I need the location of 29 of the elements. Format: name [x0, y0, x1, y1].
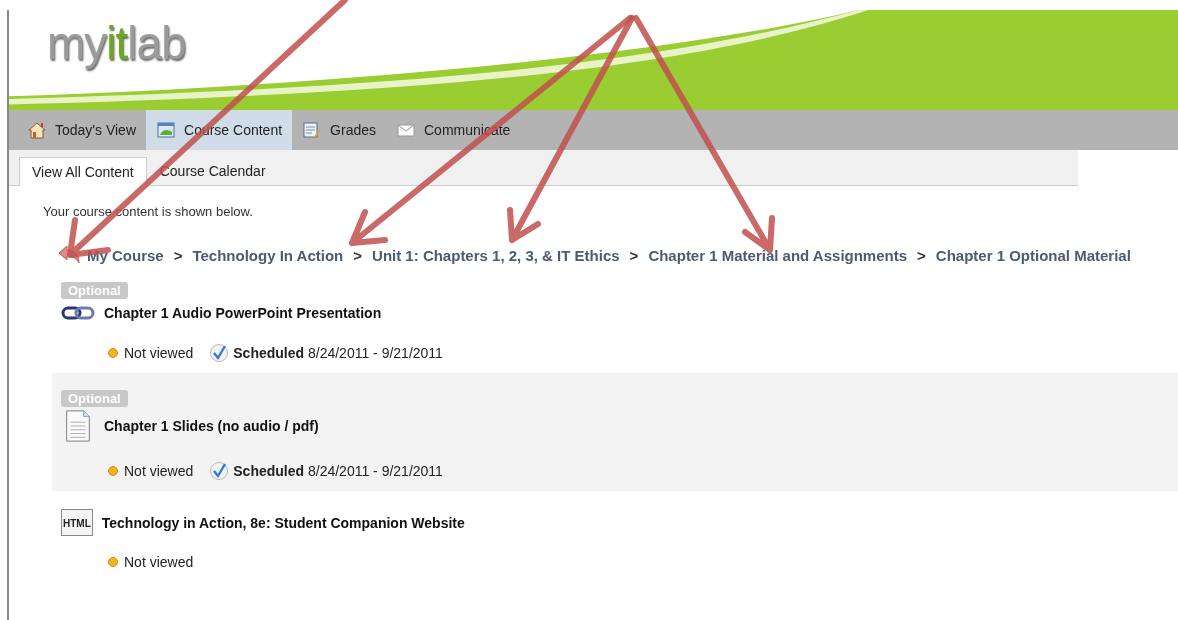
breadcrumb-link[interactable]: Unit 1: Chapters 1, 2, 3, & IT Ethics	[372, 246, 620, 264]
breadcrumb-link[interactable]: Chapter 1 Material and Assignments	[648, 246, 908, 264]
window-icon	[156, 120, 176, 140]
item-title[interactable]: Chapter 1 Audio PowerPoint Presentation	[104, 305, 382, 321]
nav-tab[interactable]: Today's View	[17, 110, 146, 150]
gradebook-icon	[302, 120, 323, 140]
html-file-icon: HTML	[61, 509, 93, 536]
sub-tab[interactable]: View All Content	[19, 157, 147, 186]
item-title[interactable]: Chapter 1 Slides (no audio / pdf)	[104, 418, 319, 434]
view-status: Not viewed	[124, 345, 194, 361]
house-icon	[27, 120, 47, 140]
breadcrumb-link[interactable]: Technology In Action	[192, 246, 344, 264]
breadcrumb-separator: >	[917, 246, 926, 264]
schedule-text: Scheduled 8/24/2011 - 9/21/2011	[233, 345, 443, 361]
nav-tab[interactable]: Grades	[292, 110, 386, 150]
view-status: Not viewed	[124, 463, 194, 479]
checkmark-icon	[209, 343, 230, 363]
breadcrumb-separator: >	[629, 246, 639, 264]
status-dot-icon	[107, 556, 119, 568]
checkmark-icon	[209, 461, 230, 481]
status-dot-icon	[107, 347, 119, 359]
view-status: Not viewed	[124, 554, 194, 570]
back-arrow-icon[interactable]	[57, 245, 81, 265]
item-title[interactable]: Technology in Action, 8e: Student Companion Website	[101, 514, 465, 531]
breadcrumb-separator: >	[173, 246, 183, 264]
breadcrumb-link[interactable]: Chapter 1 Optional Material	[935, 246, 1131, 264]
schedule-text: Scheduled 8/24/2011 - 9/21/2011	[233, 463, 443, 479]
status-dot-icon	[107, 465, 119, 477]
breadcrumb-separator: >	[353, 246, 363, 264]
